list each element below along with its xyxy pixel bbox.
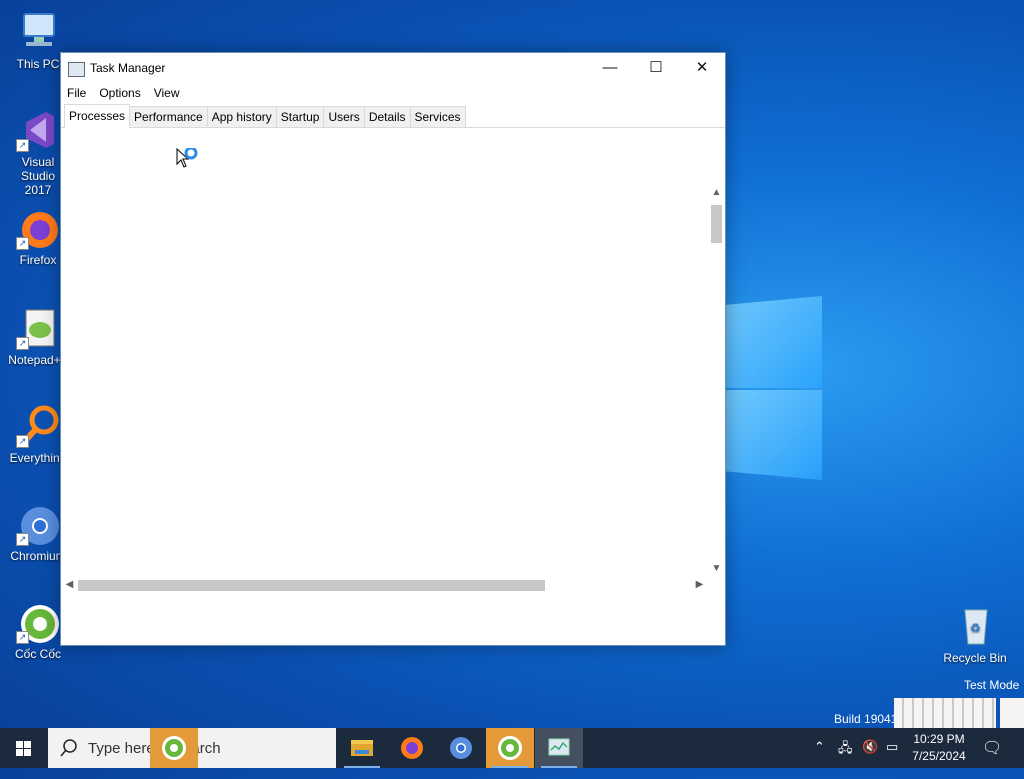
desktop-icon-label: Everything (9, 451, 67, 465)
firefox-icon (401, 737, 423, 759)
desktop-icon-recycle-bin[interactable]: ♻ Recycle Bin (942, 604, 1008, 665)
coccoc-icon (498, 736, 522, 760)
tray-overlay (894, 698, 996, 728)
scroll-right-arrow-icon[interactable]: ▶ (691, 579, 708, 590)
vertical-scroll-thumb[interactable] (711, 205, 722, 243)
task-manager-icon (548, 738, 570, 756)
desktop-icon-this-pc[interactable]: This PC (8, 10, 68, 71)
vertical-scrollbar[interactable]: ▲ ▼ (708, 185, 725, 579)
coccoc-icon: ↗ (16, 600, 60, 644)
chromium-icon: ↗ (16, 502, 60, 546)
keyboard-icon[interactable]: ▭ (886, 739, 898, 779)
test-mode-watermark: Test Mode (964, 678, 1020, 692)
menu-view[interactable]: View (154, 86, 180, 100)
windows-start-icon (16, 741, 31, 756)
task-manager-window[interactable]: Task Manager — ☐ ✕ File Options View Pro… (60, 52, 726, 646)
recycle-bin-icon: ♻ (953, 604, 997, 648)
tab-users[interactable]: Users (323, 106, 365, 127)
menu-options[interactable]: Options (99, 86, 140, 100)
tab-startup[interactable]: Startup (275, 106, 325, 127)
clock-date: 7/25/2024 (912, 749, 966, 763)
clock-time: 10:29 PM (913, 732, 965, 746)
taskbar: Type here to search ⌃ 🖧 🔇 ▭ 10:29 PM 7/2… (0, 728, 1024, 768)
task-manager-icon (68, 62, 85, 77)
desktop-icon-firefox[interactable]: ↗ Firefox (8, 206, 68, 267)
volume-muted-icon[interactable]: 🔇 (862, 739, 878, 779)
minimize-button[interactable]: — (587, 53, 633, 83)
search-icon (60, 739, 77, 757)
build-watermark: Build 19041 (834, 712, 898, 726)
window-title: Task Manager (90, 61, 166, 75)
horizontal-scrollbar[interactable]: ◀ ▶ (61, 577, 708, 594)
scroll-left-arrow-icon[interactable]: ◀ (61, 579, 78, 590)
this-pc-icon (16, 10, 60, 54)
tab-services[interactable]: Services (409, 106, 466, 127)
windows-logo-wallpaper (722, 288, 824, 480)
show-hidden-icons-icon[interactable]: ⌃ (814, 739, 825, 779)
tab-app-history[interactable]: App history (206, 106, 277, 127)
everything-icon: ↗ (16, 404, 60, 448)
desktop-icon-chromium[interactable]: ↗ Chromium (8, 502, 68, 563)
taskbar-task-manager[interactable] (535, 728, 583, 768)
desktop-icon-label: Recycle Bin (943, 651, 1007, 665)
title-bar[interactable]: Task Manager — ☐ ✕ (61, 53, 725, 83)
desktop-icon-everything[interactable]: ↗ Everything (8, 404, 68, 465)
desktop-icon-label: Chromium (10, 549, 66, 563)
tab-strip: Processes Performance App history Startu… (61, 103, 725, 128)
notification-center-icon[interactable]: 🗨 (982, 738, 1002, 778)
taskbar-firefox[interactable] (388, 728, 436, 768)
visual-studio-icon: ↗ (16, 108, 60, 152)
search-box[interactable]: Type here to search (48, 728, 336, 768)
desktop-icon-label: Visual Studio 2017 (20, 155, 56, 197)
firefox-icon: ↗ (16, 206, 60, 250)
menu-file[interactable]: File (67, 86, 86, 100)
desktop-icon-label: Notepad++ (8, 353, 68, 367)
tab-performance[interactable]: Performance (129, 106, 208, 127)
close-button[interactable]: ✕ (679, 53, 725, 83)
tab-processes[interactable]: Processes (64, 104, 131, 128)
chromium-icon (450, 737, 472, 759)
notepadpp-icon: ↗ (16, 306, 60, 350)
svg-text:♻: ♻ (970, 621, 981, 635)
busy-cursor-icon (176, 146, 202, 173)
tray-overlay-2 (1000, 698, 1024, 728)
taskbar-file-explorer[interactable] (338, 728, 386, 768)
desktop-icon-visual-studio[interactable]: ↗ Visual Studio 2017 (8, 108, 68, 197)
desktop-icon-label: Firefox (19, 253, 57, 267)
tab-details[interactable]: Details (363, 106, 411, 127)
desktop-icon-coccoc[interactable]: ↗ Cốc Cốc (8, 600, 68, 661)
desktop-icon-label: Cốc Cốc (14, 647, 61, 661)
desktop-icon-notepadpp[interactable]: ↗ Notepad++ (8, 306, 68, 367)
system-clock[interactable]: 10:29 PM 7/25/2024 (900, 731, 978, 765)
file-explorer-icon (351, 740, 373, 756)
network-icon[interactable]: 🖧 (838, 739, 853, 779)
horizontal-scroll-thumb[interactable] (78, 580, 545, 591)
maximize-button[interactable]: ☐ (633, 53, 679, 83)
menu-bar: File Options View (61, 83, 725, 103)
scroll-down-arrow-icon[interactable]: ▼ (708, 563, 725, 574)
scroll-up-arrow-icon[interactable]: ▲ (708, 187, 725, 198)
taskbar-coccoc[interactable] (486, 728, 534, 768)
taskbar-chromium[interactable] (437, 728, 485, 768)
desktop-icon-label: This PC (16, 57, 60, 71)
coccoc-overlay (150, 728, 198, 768)
start-button[interactable] (0, 728, 48, 768)
